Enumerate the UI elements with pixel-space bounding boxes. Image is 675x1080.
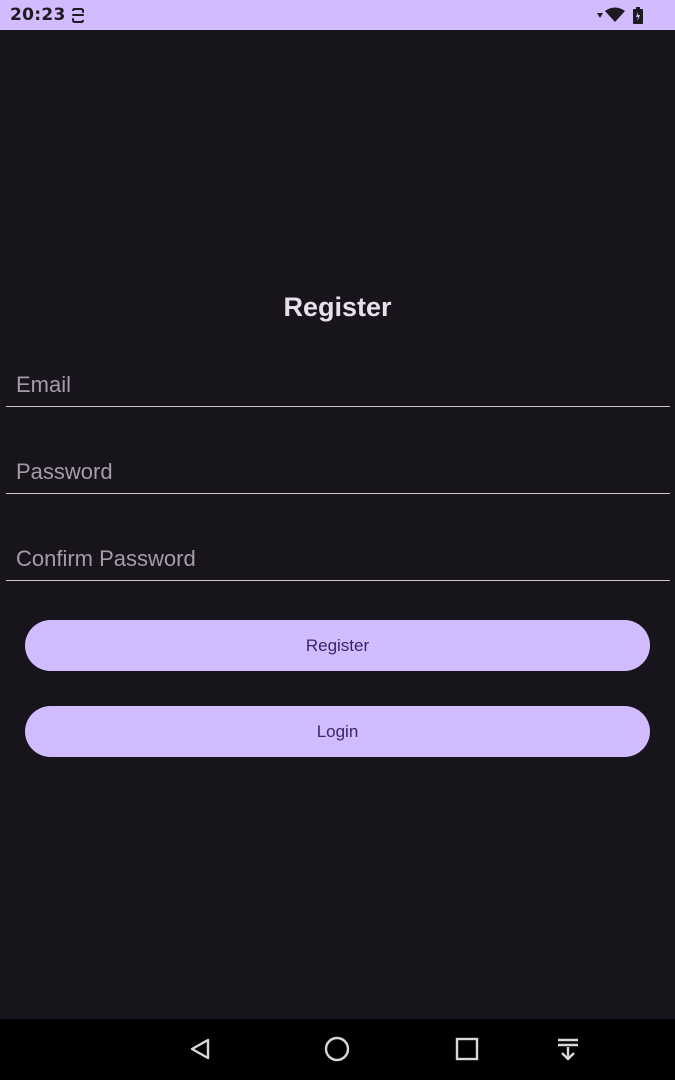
wifi-icon [605, 7, 625, 22]
confirm-password-field[interactable] [6, 538, 670, 580]
status-time: 20:23 [10, 5, 66, 25]
recents-square-icon[interactable] [451, 1034, 483, 1066]
navigation-bar [0, 1019, 675, 1080]
status-indicators [597, 7, 647, 24]
back-triangle-icon[interactable] [185, 1034, 217, 1066]
battery-icon [633, 7, 643, 24]
login-button-label: Login [316, 721, 359, 741]
sync-icon [71, 7, 85, 24]
email-field-container [6, 364, 670, 407]
home-circle-icon[interactable] [321, 1034, 353, 1066]
register-button-label: Register [305, 635, 370, 655]
password-field[interactable] [6, 451, 670, 493]
notification-pull-down-icon[interactable] [552, 1034, 584, 1066]
register-button[interactable]: Register [25, 620, 650, 671]
signal-indicator-icon [597, 13, 603, 18]
page-title: Register [283, 292, 392, 322]
register-screen: 20:23 Register Email Register Login [0, 0, 675, 1080]
email-field[interactable] [6, 364, 670, 406]
confirm-password-field-container [6, 538, 670, 581]
login-button[interactable]: Login [25, 706, 650, 757]
password-field-container [6, 451, 670, 494]
status-bar: 20:23 [0, 0, 675, 30]
